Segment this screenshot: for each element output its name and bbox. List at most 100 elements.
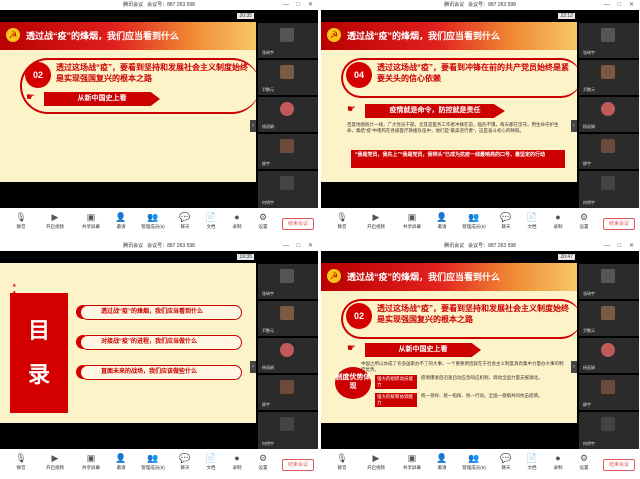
settings-button[interactable]: ⚙ 设置 <box>246 453 280 471</box>
share-button[interactable]: ▣ 共享屏幕 <box>74 453 108 471</box>
collapse-arrow-icon[interactable]: ‹ <box>571 120 577 132</box>
clock: 20:47 <box>558 254 575 260</box>
participant-tile[interactable]: 杨丽娟 <box>579 96 639 132</box>
slide-heading: 透过这场战“疫”，要看到坚持和发展社会主义制度始终是实现强国复兴的根本之路 <box>377 304 569 324</box>
participant-tile[interactable]: 柳宇 <box>258 133 318 169</box>
invite-button[interactable]: 👤 邀请 <box>425 212 459 230</box>
participant-tile[interactable]: 张琦宇 <box>258 263 318 299</box>
participant-tile[interactable]: 柳宇 <box>258 374 318 410</box>
participant-tile[interactable]: 张琦宇 <box>579 263 639 299</box>
share-label: 共享屏幕 <box>403 465 421 470</box>
participant-tile[interactable]: 柳宇 <box>579 374 639 410</box>
avatar <box>601 102 615 116</box>
pointing-hand-icon: ☛ <box>347 343 356 354</box>
invite-button[interactable]: 👤 邀请 <box>425 453 459 471</box>
settings-button[interactable]: ⚙ 设置 <box>246 212 280 230</box>
participant-tile[interactable]: 杨丽娟 <box>258 96 318 132</box>
settings-button[interactable]: ⚙ 设置 <box>567 453 601 471</box>
camera-icon: ▶ <box>51 212 59 222</box>
participant-tile[interactable]: 柳宇 <box>579 133 639 169</box>
participant-name: 柳宇 <box>583 161 591 166</box>
section-number: 02 <box>25 62 51 88</box>
record-label: 录制 <box>553 465 563 470</box>
advantage-tag: 强大的组织动员能力 <box>375 375 417 389</box>
doc-label: 文档 <box>527 224 537 229</box>
mute-button[interactable]: 🎙 静音 <box>4 453 38 471</box>
settings-button[interactable]: ⚙ 设置 <box>567 212 601 230</box>
menu-item[interactable]: 对接战“疫”的进程，我们应当做什么 <box>80 335 242 350</box>
participant-tile[interactable]: 张琦宇 <box>258 22 318 58</box>
section-number: 04 <box>346 62 372 88</box>
chat-icon: 💬 <box>500 453 512 463</box>
collapse-arrow-icon[interactable]: ‹ <box>250 361 256 373</box>
settings-label: 设置 <box>258 465 268 470</box>
avatar <box>601 269 615 283</box>
pointing-hand-icon: ☛ <box>347 104 356 115</box>
participant-tile[interactable]: 尹鹏元 <box>579 59 639 95</box>
participant-tile[interactable]: 何明宇 <box>579 170 639 208</box>
share-button[interactable]: ▣ 共享屏幕 <box>395 453 429 471</box>
participant-tile[interactable]: 尹鹏元 <box>579 300 639 336</box>
participant-name: 尹鹏元 <box>262 87 274 92</box>
app-title: 腾讯会议 <box>123 243 144 249</box>
participant-tile[interactable]: 张琦宇 <box>579 22 639 58</box>
meeting-label: 会议号： <box>468 243 489 249</box>
members-button[interactable]: 👥 管理成员(6) <box>136 453 170 471</box>
window-controls[interactable]: — □ ✕ <box>604 242 637 249</box>
video-label: 开启视频 <box>46 465 64 470</box>
window-controls[interactable]: — □ ✕ <box>283 1 316 8</box>
slide-body: 中国之所以办成了许多国家办不了的大事，一个重要原因就在于社会主义制度具有集中力量… <box>361 361 564 372</box>
mute-label: 静音 <box>16 465 26 470</box>
camera-icon: ▶ <box>372 212 380 222</box>
chat-label: 聊天 <box>501 224 511 229</box>
members-button[interactable]: 👥 管理成员(6) <box>457 212 491 230</box>
invite-button[interactable]: 👤 邀请 <box>104 212 138 230</box>
participant-tile[interactable]: 杨丽娟 <box>258 337 318 373</box>
window-controls[interactable]: — □ ✕ <box>604 1 637 8</box>
avatar <box>601 343 615 357</box>
mute-label: 静音 <box>16 224 26 229</box>
avatar <box>280 28 294 42</box>
video-button[interactable]: ▶ 开启视频 <box>359 212 393 230</box>
clock: 20:35 <box>237 13 254 19</box>
end-meeting-button[interactable]: 结束会议 <box>603 218 635 230</box>
mute-button[interactable]: 🎙 静音 <box>4 212 38 230</box>
avatar <box>601 417 615 431</box>
end-meeting-button[interactable]: 结束会议 <box>282 459 314 471</box>
participant-name: 尹鹏元 <box>262 328 274 333</box>
microphone-icon: 🎙 <box>336 212 348 222</box>
members-button[interactable]: 👥 管理成员(6) <box>457 453 491 471</box>
avatar <box>601 380 615 394</box>
participant-tile[interactable]: 杨丽娟 <box>579 337 639 373</box>
participant-name: 杨丽娟 <box>262 124 274 129</box>
mute-button[interactable]: 🎙 静音 <box>325 453 359 471</box>
members-label: 管理成员(6) <box>141 224 165 229</box>
mute-button[interactable]: 🎙 静音 <box>325 212 359 230</box>
avatar <box>601 139 615 153</box>
end-meeting-button[interactable]: 结束会议 <box>282 218 314 230</box>
video-button[interactable]: ▶ 开启视频 <box>359 453 393 471</box>
shared-slide: ☭ 透过战“疫”的烽烟，我们应当看到什么 02 透过这场战“疫”，要看到坚持和发展… <box>0 22 256 182</box>
participant-tile[interactable]: 尹鹏元 <box>258 59 318 95</box>
participant-name: 张琦宇 <box>583 291 595 296</box>
window-controls[interactable]: — □ ✕ <box>283 242 316 249</box>
share-button[interactable]: ▣ 共享屏幕 <box>395 212 429 230</box>
invite-icon: 👤 <box>436 212 448 222</box>
slide-banner: ☭ 透过战“疫”的烽烟，我们应当看到什么 <box>0 22 256 50</box>
end-meeting-button[interactable]: 结束会议 <box>603 459 635 471</box>
share-button[interactable]: ▣ 共享屏幕 <box>74 212 108 230</box>
invite-button[interactable]: 👤 邀请 <box>104 453 138 471</box>
menu-item[interactable]: 直面未来的战场，我们应该做些什么 <box>80 365 242 380</box>
collapse-arrow-icon[interactable]: ‹ <box>250 120 256 132</box>
video-button[interactable]: ▶ 开启视频 <box>38 453 72 471</box>
participant-tile[interactable]: 何明宇 <box>579 411 639 449</box>
participant-tile[interactable]: 何明宇 <box>258 411 318 449</box>
menu-item[interactable]: 透过战“疫”的烽烟，我们应当看到什么 <box>80 305 242 320</box>
avatar <box>280 380 294 394</box>
participant-tile[interactable]: 尹鹏元 <box>258 300 318 336</box>
participant-name: 杨丽娟 <box>262 365 274 370</box>
participant-tile[interactable]: 何明宇 <box>258 170 318 208</box>
collapse-arrow-icon[interactable]: ‹ <box>571 361 577 373</box>
video-button[interactable]: ▶ 开启视频 <box>38 212 72 230</box>
members-button[interactable]: 👥 管理成员(6) <box>136 212 170 230</box>
